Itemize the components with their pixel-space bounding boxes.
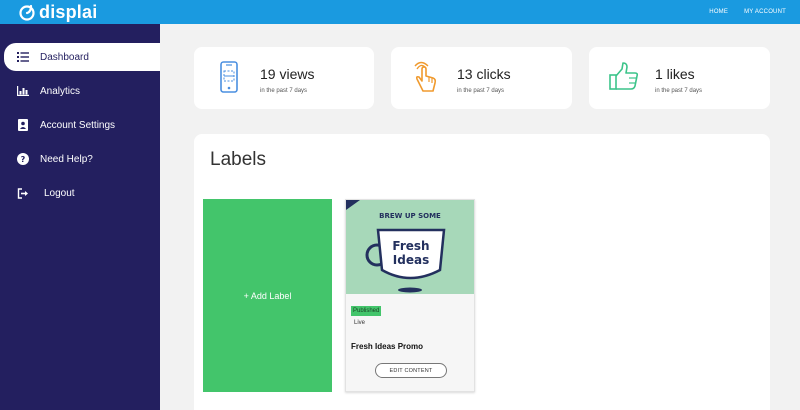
sidebar-item-account-settings[interactable]: Account Settings — [0, 111, 160, 139]
top-nav: HOME MY ACCOUNT — [709, 0, 786, 24]
add-label-button[interactable]: + Add Label — [203, 199, 332, 392]
label-name: Fresh Ideas Promo — [351, 342, 424, 351]
sidebar-item-analytics[interactable]: Analytics — [0, 77, 160, 105]
sidebar-item-label: Dashboard — [40, 51, 89, 63]
phone-scan-icon — [220, 61, 238, 93]
thumbs-up-icon — [609, 62, 639, 90]
likes-count: 1 likes — [655, 66, 695, 82]
clicks-caption: in the past 7 days — [457, 88, 505, 94]
displai-logo-icon — [19, 4, 35, 21]
image-tagline: BREW UP SOME — [379, 212, 441, 220]
views-caption: in the past 7 days — [260, 88, 308, 94]
sidebar-item-label: Analytics — [40, 85, 81, 97]
views-count: 19 views — [260, 66, 315, 82]
image-title-line2: Ideas — [393, 253, 429, 267]
live-status: Live — [354, 320, 366, 326]
question-circle-icon: ? — [16, 152, 30, 166]
svg-text:?: ? — [21, 155, 26, 164]
likes-caption: in the past 7 days — [655, 88, 703, 94]
sidebar-item-logout[interactable]: Logout — [0, 179, 160, 207]
stat-card-likes: 1 likes in the past 7 days — [589, 47, 770, 109]
add-label-text: + Add Label — [243, 290, 292, 301]
home-link[interactable]: HOME — [709, 9, 728, 15]
contact-card-icon — [16, 118, 30, 132]
sidebar-item-label: Logout — [44, 187, 75, 199]
top-bar: displai HOME MY ACCOUNT — [0, 0, 800, 24]
image-title-line1: Fresh — [392, 239, 429, 253]
coffee-cup-illustration: BREW UP SOME Fresh Ideas — [346, 200, 474, 294]
list-icon — [16, 50, 30, 64]
sidebar-item-dashboard[interactable]: Dashboard — [0, 43, 160, 71]
sidebar-item-label: Need Help? — [40, 153, 93, 165]
clicks-count: 13 clicks — [457, 66, 511, 82]
brand-name: displai — [39, 1, 98, 22]
labels-heading: Labels — [210, 149, 266, 170]
label-card[interactable]: BREW UP SOME Fresh Ideas Published Live … — [345, 199, 475, 392]
stat-card-clicks: 13 clicks in the past 7 days — [391, 47, 572, 109]
brand-logo[interactable]: displai — [18, 2, 97, 22]
stat-card-views: 19 views in the past 7 days — [194, 47, 374, 109]
edit-content-button[interactable]: EDIT CONTENT — [375, 363, 447, 378]
sidebar-item-label: Account Settings — [40, 119, 116, 131]
sidebar-item-need-help[interactable]: ? Need Help? — [0, 145, 160, 173]
status-badge: Published — [351, 306, 382, 316]
tap-hand-icon — [414, 61, 437, 92]
my-account-link[interactable]: MY ACCOUNT — [744, 9, 786, 15]
sign-out-icon — [16, 186, 30, 200]
bar-chart-icon — [16, 84, 30, 98]
label-thumbnail: BREW UP SOME Fresh Ideas — [346, 200, 474, 294]
sidebar: Dashboard Analytics Account Settings ? N… — [0, 24, 160, 410]
